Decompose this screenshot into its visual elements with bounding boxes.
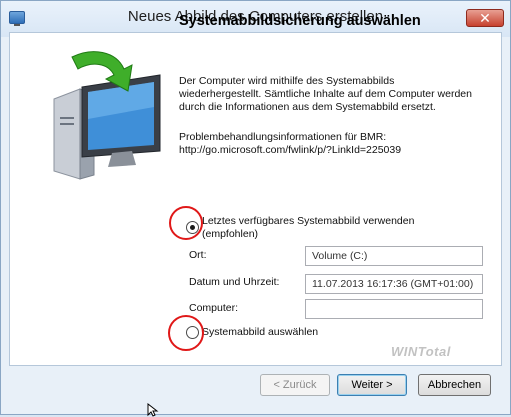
computer-field (305, 299, 483, 319)
location-field: Volume (C:) (305, 246, 483, 266)
datetime-field: 11.07.2013 16:17:36 (GMT+01:00) (305, 274, 483, 294)
latest-image-label[interactable]: Letztes verfügbares Systemabbild verwend… (202, 215, 462, 241)
annotation-circle-select (168, 315, 204, 351)
computer-label: Computer: (189, 302, 239, 314)
datetime-label: Datum und Uhrzeit: (189, 276, 280, 288)
restore-computer-icon (53, 51, 161, 180)
annotation-circle-latest (169, 206, 203, 240)
page-heading: Systemabbildsicherung auswählen (179, 13, 421, 29)
select-image-label[interactable]: Systemabbild auswählen (202, 326, 318, 339)
troubleshooting-info: Problembehandlungsinformationen für BMR:… (179, 131, 402, 156)
cancel-button[interactable]: Abbrechen (418, 374, 491, 396)
description-text: Der Computer wird mithilfe des Systemabb… (179, 75, 472, 113)
illustration-panel (10, 33, 175, 365)
watermark-logo: WINTotal (391, 344, 451, 359)
next-button[interactable]: Weiter > (337, 374, 407, 396)
close-button[interactable]: ✕ (466, 9, 504, 27)
location-label: Ort: (189, 249, 207, 261)
back-button[interactable]: < Zurück (260, 374, 330, 396)
dialog-window: Neues Abbild des Computers erstellen ✕ S… (0, 0, 511, 417)
